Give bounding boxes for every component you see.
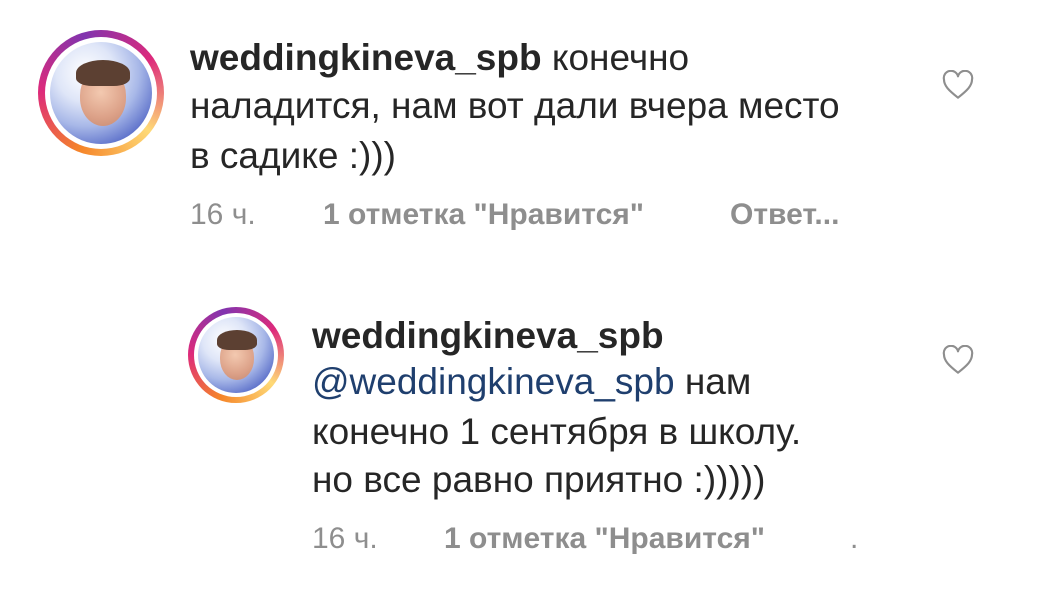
avatar[interactable] — [50, 42, 152, 144]
mention-link[interactable]: @weddingkineva_spb — [312, 361, 675, 402]
comment-line-3: в садике :))) — [190, 135, 396, 176]
comment-meta: 16 ч. — [312, 522, 378, 556]
reply-button[interactable]: Ответ... — [730, 198, 839, 231]
comment-username[interactable]: weddingkineva_spb — [190, 37, 542, 78]
comment-trailing-dot: . — [850, 522, 859, 555]
comment-body: конечно — [541, 37, 690, 78]
avatar[interactable] — [198, 317, 274, 393]
comment-time: 16 ч. — [190, 198, 256, 231]
comment-body: нам — [674, 361, 752, 402]
comment-likes-wrapper: 1 отметка "Нравится" — [323, 198, 644, 232]
comment-meta: 16 ч. — [190, 198, 256, 232]
comment-likes[interactable]: 1 отметка "Нравится" — [444, 522, 765, 555]
comment-likes[interactable]: 1 отметка "Нравится" — [323, 198, 644, 231]
comment-time: 16 ч. — [312, 522, 378, 555]
comment-username[interactable]: weddingkineva_spb — [312, 315, 664, 356]
heart-outline-icon[interactable] — [942, 345, 974, 375]
comment-line-3: но все равно приятно :))))) — [312, 459, 766, 500]
comment-likes-wrapper: 1 отметка "Нравится" — [444, 522, 765, 556]
heart-outline-icon[interactable] — [942, 70, 974, 100]
comment-reply-wrapper: Ответ... — [730, 198, 839, 232]
